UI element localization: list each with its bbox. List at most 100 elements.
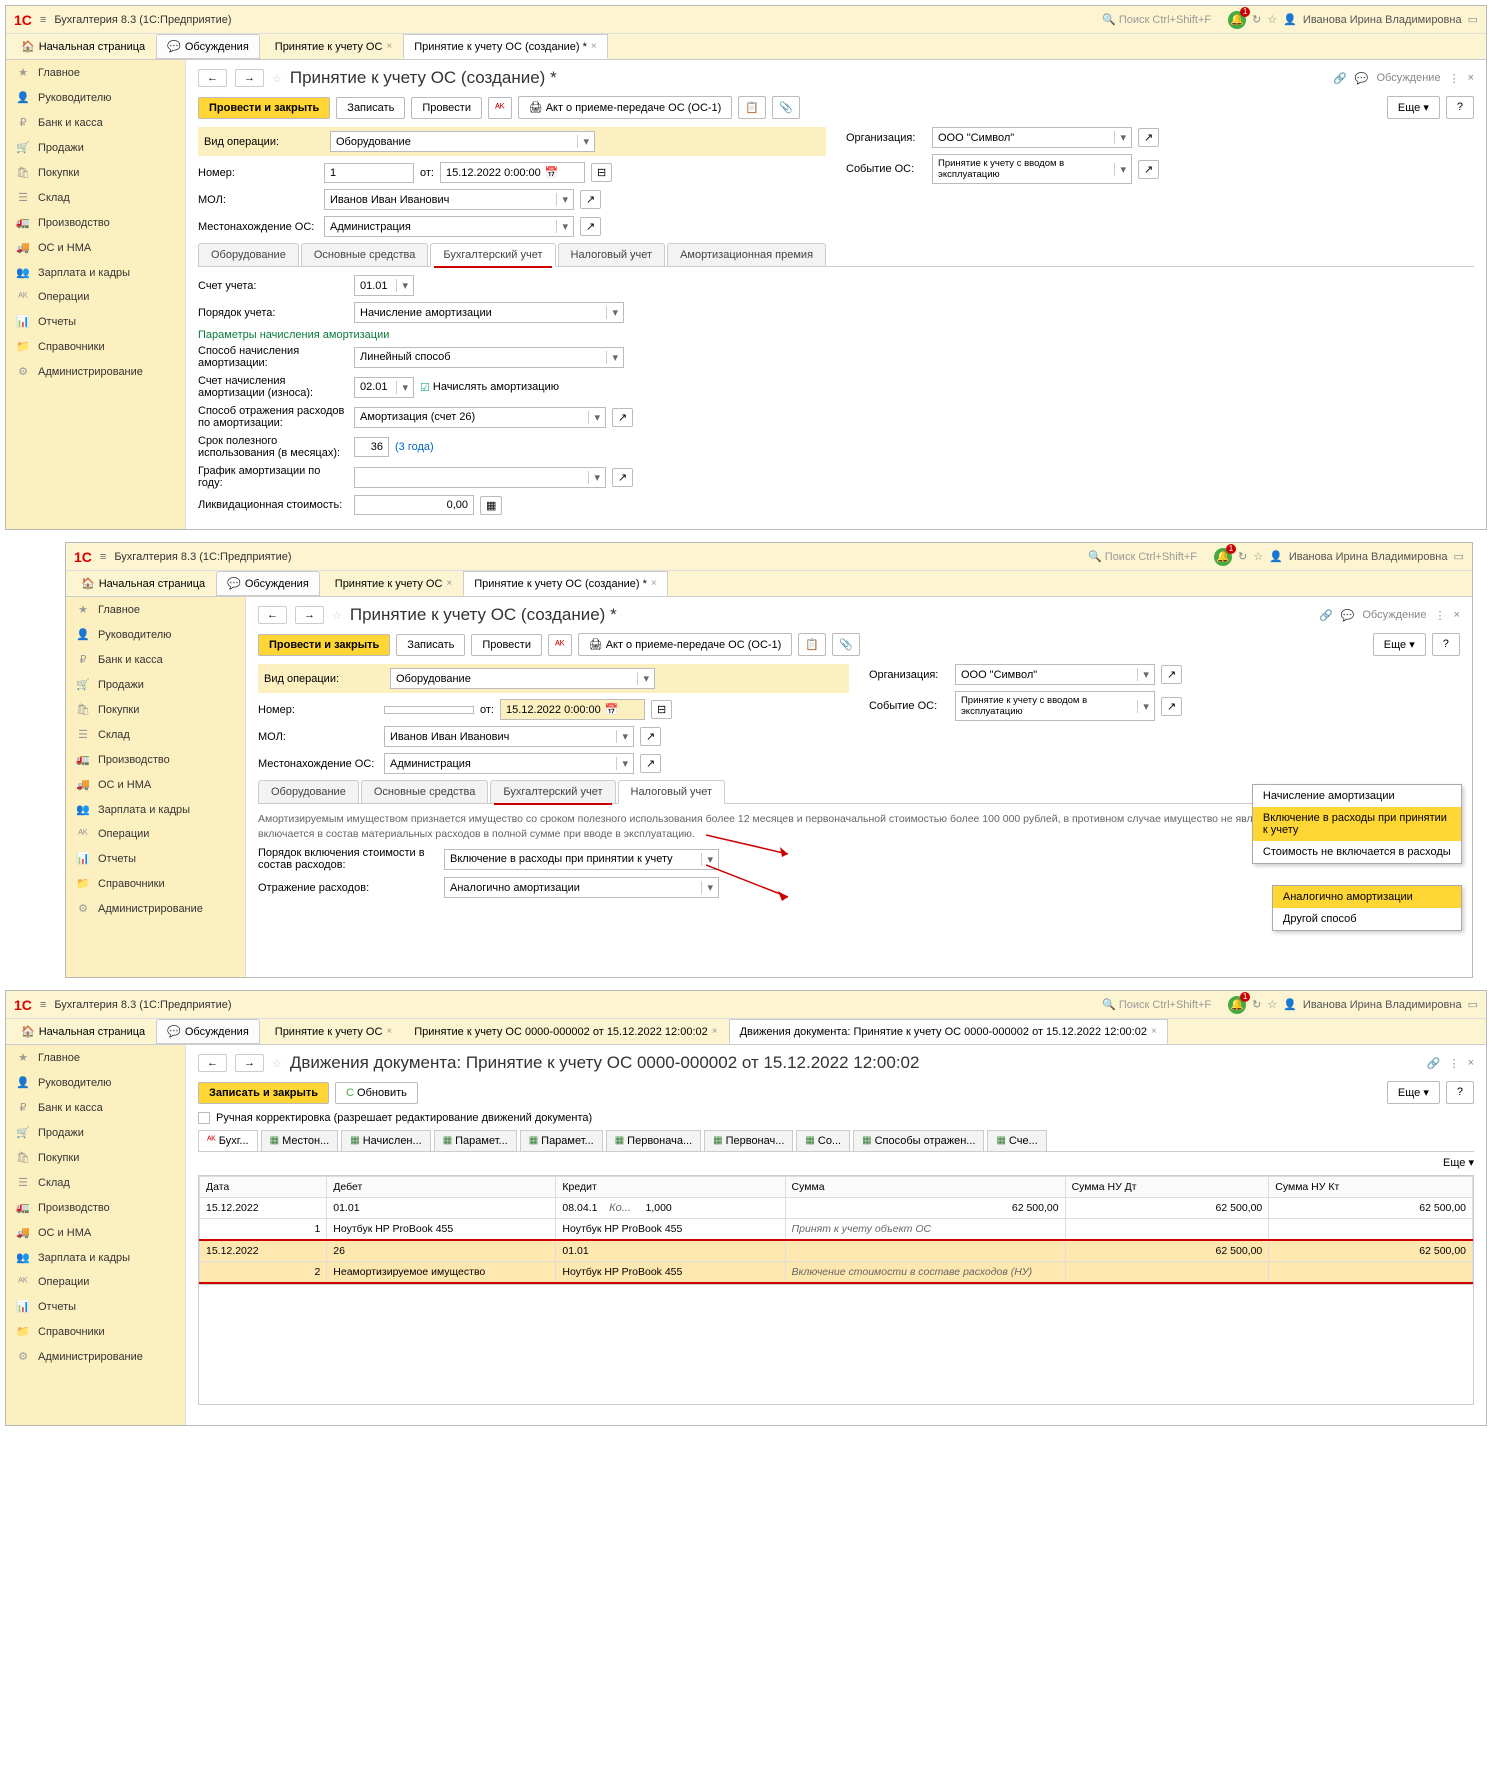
calendar-icon[interactable]: 📅 [545,167,559,179]
close-icon[interactable]: × [1468,1057,1474,1069]
post-close-button[interactable]: Провести и закрыть [198,97,330,119]
doc-tab[interactable]: Бухгалтерский учет [430,243,555,267]
expway-select[interactable]: Амортизация (счет 26)▾ [354,407,606,428]
tab-home[interactable]: 🏠Начальная страница [10,1019,156,1044]
link-icon[interactable]: 🔗 [1333,72,1347,85]
window-menu-icon[interactable]: ▭ [1468,13,1478,26]
doc-tab[interactable]: Основные средства [361,780,489,803]
write-button[interactable]: Записать [336,97,405,119]
life-input[interactable]: 36 [354,437,389,457]
register-tab[interactable]: ▦Начислен... [341,1130,430,1151]
op-select[interactable]: Оборудование▾ [390,668,655,689]
sidebar-item[interactable]: 📊Отчеты [6,1294,185,1319]
doc-tab[interactable]: Налоговый учет [618,780,726,804]
history-icon[interactable]: ↻ [1252,998,1261,1011]
tab-doc1[interactable]: Принятие к учету ОС× [264,34,403,59]
sidebar-item[interactable]: 👤Руководителю [66,622,245,647]
attach-button[interactable]: 📎 [772,96,800,119]
table-row[interactable]: 1Ноутбук HP ProBook 455Ноутбук HP ProBoo… [200,1219,1473,1241]
help-button[interactable]: ? [1446,1081,1474,1104]
sidebar-item[interactable]: 📁Справочники [66,871,245,896]
org-select[interactable]: ООО "Символ"▾ [932,127,1132,148]
mol-select[interactable]: Иванов Иван Иванович▾ [324,189,574,210]
more-button[interactable]: Еще ▾ [1443,1157,1474,1169]
sidebar-item[interactable]: 🛍Покупки [6,160,185,185]
dtkt-button[interactable]: ᴬᴷ [548,634,572,656]
more-button[interactable]: Еще ▾ [1387,1081,1440,1104]
discuss-icon[interactable]: 💬 [1341,609,1355,622]
open-button[interactable]: ↗ [1138,128,1159,147]
search-input[interactable]: Поиск Ctrl+Shift+F [1079,547,1206,566]
sidebar-item[interactable]: ᴬᴷОперации [66,822,245,846]
sidebar-item[interactable]: ★Главное [66,597,245,622]
num-input[interactable]: 1 [324,163,414,183]
open-button[interactable]: ↗ [1138,160,1159,179]
nu-order-select[interactable]: Включение в расходы при принятии к учету… [444,849,719,870]
sidebar-item[interactable]: ★Главное [6,60,185,85]
liq-input[interactable]: 0,00 [354,495,474,515]
more-menu-icon[interactable]: ⋮ [1449,1057,1460,1070]
favorite-icon[interactable]: ☆ [272,72,282,85]
register-tab[interactable]: ᴬᴷБухг... [198,1130,258,1151]
sidebar-item[interactable]: ☰Склад [6,1170,185,1195]
tab-doc1[interactable]: Принятие к учету ОС× [324,571,463,596]
menu-icon[interactable]: ≡ [100,551,106,563]
write-button[interactable]: Записать [396,634,465,656]
extra-button[interactable]: ⊟ [651,700,672,719]
loc-select[interactable]: Администрация▾ [384,753,634,774]
dropdown-option[interactable]: Аналогично амортизации [1273,886,1461,908]
table-row[interactable]: 15.12.202201.0108.04.1 Ко... 1,00062 500… [200,1198,1473,1219]
tab-discussions[interactable]: 💬Обсуждения [156,34,260,59]
sidebar-item[interactable]: 👥Зарплата и кадры [6,260,185,285]
sidebar-item[interactable]: 👤Руководителю [6,85,185,110]
sidebar-item[interactable]: 🚛Производство [6,210,185,235]
sidebar-item[interactable]: ☰Склад [66,722,245,747]
close-icon[interactable]: × [591,41,597,52]
back-button[interactable]: ← [258,606,287,624]
report-button[interactable]: 📋 [738,96,766,119]
sidebar-item[interactable]: 👤Руководителю [6,1070,185,1095]
accrue-checkbox[interactable]: Начислять амортизацию [420,381,559,394]
post-button[interactable]: Провести [411,97,482,119]
star-icon[interactable]: ☆ [1267,998,1277,1011]
open-button[interactable]: ↗ [580,217,601,236]
tab-movements[interactable]: Движения документа: Принятие к учету ОС … [729,1019,1168,1044]
report-button[interactable]: 📋 [798,633,826,656]
sidebar-item[interactable]: 🚛Производство [66,747,245,772]
tab-home[interactable]: 🏠Начальная страница [10,34,156,59]
sidebar-item[interactable]: 🛍Покупки [6,1145,185,1170]
sidebar-item[interactable]: ₽Банк и касса [6,110,185,135]
search-input[interactable]: Поиск Ctrl+Shift+F [1093,995,1220,1014]
tab-doc1[interactable]: Принятие к учету ОС× [264,1019,403,1044]
history-icon[interactable]: ↻ [1238,550,1247,563]
sidebar-item[interactable]: ⚙Администрирование [6,359,185,384]
more-button[interactable]: Еще ▾ [1373,633,1426,656]
sidebar-item[interactable]: 🛒Продажи [6,135,185,160]
menu-icon[interactable]: ≡ [40,999,46,1011]
order-select[interactable]: Начисление амортизации▾ [354,302,624,323]
star-icon[interactable]: ☆ [1267,13,1277,26]
doc-tab[interactable]: Оборудование [258,780,359,803]
register-tab[interactable]: ▦Первонача... [606,1130,701,1151]
favorite-icon[interactable]: ☆ [332,609,342,622]
search-input[interactable]: Поиск Ctrl+Shift+F [1093,10,1220,29]
doc-tab[interactable]: Основные средства [301,243,429,266]
sidebar-item[interactable]: 🚚ОС и НМА [66,772,245,797]
extra-button[interactable]: ⊟ [591,163,612,182]
event-select[interactable]: Принятие к учету с вводом в эксплуатацию… [955,691,1155,721]
register-tab[interactable]: ▦Со... [796,1130,850,1151]
forward-button[interactable]: → [235,1054,264,1072]
register-tab[interactable]: ▦Парамет... [434,1130,517,1151]
tab-home[interactable]: 🏠Начальная страница [70,571,216,596]
back-button[interactable]: ← [198,69,227,87]
favorite-icon[interactable]: ☆ [272,1057,282,1070]
sidebar-item[interactable]: ⚙Администрирование [6,1344,185,1369]
acct-select[interactable]: 01.01▾ [354,275,414,296]
help-button[interactable]: ? [1446,96,1474,119]
column-header[interactable]: Сумма [785,1177,1065,1198]
register-tab[interactable]: ▦Сче... [987,1130,1046,1151]
bell-icon[interactable]: 🔔 [1228,11,1246,29]
dropdown-option[interactable]: Другой способ [1273,908,1461,930]
star-icon[interactable]: ☆ [1253,550,1263,563]
forward-button[interactable]: → [235,69,264,87]
